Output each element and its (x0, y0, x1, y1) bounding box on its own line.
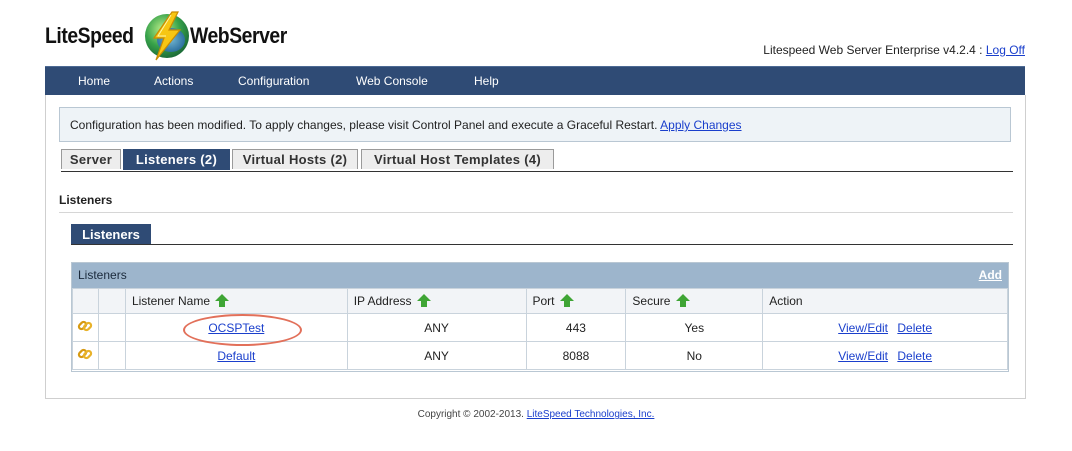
nav-web-console[interactable]: Web Console (356, 74, 428, 88)
table-row: Default ANY 8088 No View/Edit Delete (72, 341, 1008, 370)
notice-message: Configuration has been modified. To appl… (70, 118, 661, 132)
litespeed-technologies-link[interactable]: LiteSpeed Technologies, Inc. (527, 409, 655, 420)
config-tabs: Server Listeners (2) Virtual Hosts (2) V… (61, 149, 1013, 172)
col-ip-address[interactable]: IP Address (346, 288, 527, 314)
subtab-listeners[interactable]: Listeners (71, 224, 151, 244)
litespeed-logo: LiteSpeed WebServer (45, 10, 300, 62)
product-version: Litespeed Web Server Enterprise v4.2.4 :… (763, 43, 1025, 57)
main-panel: Configuration has been modified. To appl… (45, 95, 1026, 399)
main-navbar: Home Actions Configuration Web Console H… (45, 66, 1025, 97)
apply-changes-link[interactable]: Apply Changes (660, 118, 741, 132)
tab-listeners[interactable]: Listeners (2) (123, 149, 230, 170)
table-column-headers: Listener Name IP Address Port Secure Act… (72, 288, 1008, 314)
col-listener-name[interactable]: Listener Name (124, 288, 348, 314)
separator: : (975, 43, 986, 57)
col-action: Action (762, 288, 1008, 314)
nav-help[interactable]: Help (474, 74, 499, 88)
action-cell: View/Edit Delete (762, 313, 1008, 342)
delete-link[interactable]: Delete (897, 349, 932, 363)
tab-virtual-hosts[interactable]: Virtual Hosts (2) (232, 149, 358, 169)
copyright-text: Copyright © 2002-2013. (417, 409, 527, 420)
col-blank (97, 288, 126, 314)
table-header-bar: Listeners Add (72, 263, 1008, 288)
add-listener-link[interactable]: Add (979, 263, 1002, 288)
port-cell: 8088 (525, 341, 627, 370)
product-version-text: Litespeed Web Server Enterprise v4.2.4 (763, 43, 976, 57)
listener-name-cell: OCSPTest (124, 313, 348, 342)
nav-actions[interactable]: Actions (154, 74, 193, 88)
page-header: LiteSpeed WebServer Litespeed Web Server… (45, 8, 1025, 66)
secure-cell: Yes (625, 313, 764, 342)
nav-home[interactable]: Home (78, 74, 110, 88)
logoff-link[interactable]: Log Off (986, 43, 1025, 57)
row-icon-cell (72, 341, 99, 370)
view-edit-link[interactable]: View/Edit (838, 321, 888, 335)
nav-configuration[interactable]: Configuration (238, 74, 309, 88)
col-port[interactable]: Port (525, 288, 627, 314)
sort-up-icon[interactable] (215, 294, 230, 307)
table-row: OCSPTest ANY 443 Yes View/Edit Delete (72, 313, 1008, 342)
row-icon-cell (72, 313, 99, 342)
col-icon (72, 288, 99, 314)
logo-text-left: LiteSpeed (45, 23, 134, 48)
row-blank-cell (97, 313, 126, 342)
listener-name-link[interactable]: OCSPTest (208, 321, 264, 335)
tab-server[interactable]: Server (61, 149, 121, 169)
table-title: Listeners (78, 268, 127, 282)
listener-name-link[interactable]: Default (217, 349, 255, 363)
chain-link-icon (78, 320, 93, 332)
secure-cell: No (625, 341, 764, 370)
logo-text-right: WebServer (189, 23, 287, 48)
sort-up-icon[interactable] (559, 294, 574, 307)
listeners-grid: Listener Name IP Address Port Secure Act… (72, 288, 1008, 370)
port-cell: 443 (525, 313, 627, 342)
listeners-table: Listeners Add Listener Name IP Address P… (71, 262, 1009, 372)
chain-link-icon (78, 348, 93, 360)
page-footer: Copyright © 2002-2013. LiteSpeed Technol… (0, 409, 1072, 420)
sort-up-icon[interactable] (675, 294, 690, 307)
listener-name-cell: Default (124, 341, 348, 370)
sort-up-icon[interactable] (416, 294, 431, 307)
delete-link[interactable]: Delete (897, 321, 932, 335)
ip-address-cell: ANY (346, 341, 527, 370)
tab-virtual-host-templates[interactable]: Virtual Host Templates (4) (361, 149, 554, 169)
lightning-globe-icon (144, 11, 189, 61)
subtab-bar: Listeners (71, 224, 1013, 245)
view-edit-link[interactable]: View/Edit (838, 349, 888, 363)
config-modified-notice: Configuration has been modified. To appl… (59, 107, 1011, 142)
action-cell: View/Edit Delete (762, 341, 1008, 370)
ip-address-cell: ANY (346, 313, 527, 342)
row-blank-cell (97, 341, 126, 370)
col-secure[interactable]: Secure (625, 288, 764, 314)
section-divider (59, 212, 1013, 213)
section-title: Listeners (59, 193, 113, 207)
